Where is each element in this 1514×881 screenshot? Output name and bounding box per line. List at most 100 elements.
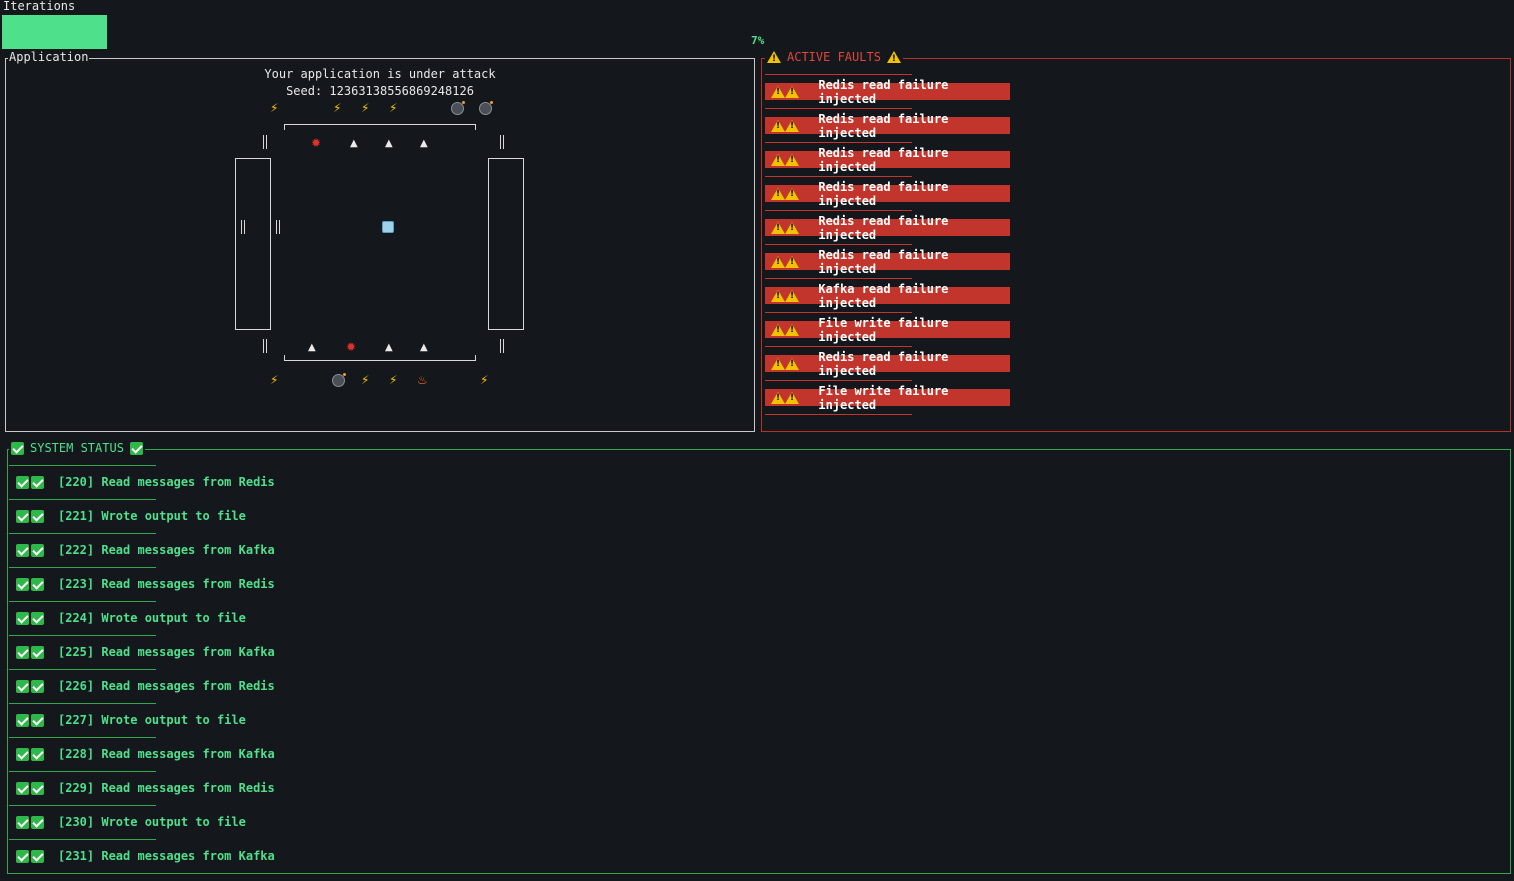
status-item: [226] Read messages from Redis: [16, 678, 275, 694]
application-panel-title: Application: [8, 50, 90, 64]
fault-separator: [765, 312, 912, 313]
fault-item-label: Redis read failure injected: [818, 111, 949, 140]
check-icon: [129, 441, 143, 455]
check-icon: [31, 849, 44, 863]
status-separator: [9, 465, 156, 466]
status-item-label: [231] Read messages from Kafka: [58, 849, 275, 863]
arena-wall-right: [488, 158, 524, 330]
status-item-label: [224] Wrote output to file: [58, 611, 246, 625]
check-icon: [16, 645, 29, 659]
warning-icon: [785, 357, 799, 370]
status-item-label: [222] Read messages from Kafka: [58, 543, 275, 557]
burst-icon: ✹: [346, 340, 357, 354]
triangle-icon: ▲: [420, 138, 428, 149]
status-item-icons: [16, 679, 56, 693]
fault-item-label: Redis read failure injected: [818, 77, 949, 106]
lightning-icon: ⚡: [333, 101, 342, 115]
warning-icon: [771, 119, 785, 132]
fault-separator: [765, 346, 912, 347]
check-icon: [31, 611, 44, 625]
system-status-title: SYSTEM STATUS: [9, 441, 145, 455]
status-item: [221] Wrote output to file: [16, 508, 246, 524]
check-icon: [31, 781, 44, 795]
status-item: [229] Read messages from Redis: [16, 780, 275, 796]
warning-icon: [771, 255, 785, 268]
fault-item: Kafka read failure injected: [765, 282, 1010, 310]
warning-icon: [771, 85, 785, 98]
warning-icon: [785, 221, 799, 234]
arena-post: [263, 339, 267, 353]
fault-item: Redis read failure injected: [765, 146, 1010, 174]
iterations-progress-bar: [2, 15, 107, 49]
fault-item-icons: [765, 255, 806, 268]
fault-item-label: Redis read failure injected: [818, 179, 949, 208]
status-item-icons: [16, 815, 56, 829]
status-item-icons: [16, 747, 56, 761]
lightning-icon: ⚡: [270, 101, 279, 115]
fault-item-label: File write failure injected: [818, 383, 949, 412]
check-icon: [31, 713, 44, 727]
check-icon: [16, 849, 29, 863]
triangle-icon: ▲: [385, 138, 393, 149]
status-item: [222] Read messages from Kafka: [16, 542, 275, 558]
fault-separator: [765, 380, 912, 381]
active-faults-title-text: ACTIVE FAULTS: [787, 50, 881, 64]
warning-icon: [771, 153, 785, 166]
fault-item-icons: [765, 153, 806, 166]
arena-post: [500, 135, 504, 149]
status-separator: [9, 533, 156, 534]
lightning-icon: ⚡: [361, 373, 370, 387]
fault-item-icons: [765, 221, 806, 234]
fault-item: Redis read failure injected: [765, 112, 1010, 140]
fault-separator: [765, 278, 912, 279]
status-item-label: [223] Read messages from Redis: [58, 577, 275, 591]
lightning-icon: ⚡: [389, 101, 398, 115]
status-item: [228] Read messages from Kafka: [16, 746, 275, 762]
check-icon: [16, 611, 29, 625]
fault-item-icons: [765, 85, 806, 98]
arena-wall-bottom: [284, 355, 476, 361]
fault-item-icons: [765, 187, 806, 200]
warning-icon: [785, 255, 799, 268]
status-item-label: [227] Wrote output to file: [58, 713, 246, 727]
fault-separator: [765, 74, 912, 75]
check-icon: [31, 543, 44, 557]
status-item-label: [229] Read messages from Redis: [58, 781, 275, 795]
fault-separator: [765, 176, 912, 177]
status-separator: [9, 567, 156, 568]
status-item-label: [225] Read messages from Kafka: [58, 645, 275, 659]
status-item-icons: [16, 645, 56, 659]
check-icon: [16, 509, 29, 523]
bomb-icon: [332, 373, 346, 387]
arena-post: [241, 220, 245, 234]
check-icon: [31, 679, 44, 693]
fault-item-icons: [765, 119, 806, 132]
status-separator: [9, 703, 156, 704]
fault-separator: [765, 414, 912, 415]
fault-item: Redis read failure injected: [765, 214, 1010, 242]
check-icon: [16, 679, 29, 693]
status-separator: [9, 499, 156, 500]
arena-post: [263, 135, 267, 149]
fault-item-label: Redis read failure injected: [818, 145, 949, 174]
status-item: [223] Read messages from Redis: [16, 576, 275, 592]
status-item-label: [230] Wrote output to file: [58, 815, 246, 829]
warning-icon: [785, 391, 799, 404]
warning-icon: [785, 187, 799, 200]
check-icon: [16, 475, 29, 489]
status-separator: [9, 839, 156, 840]
status-item-icons: [16, 849, 56, 863]
active-faults-title: ACTIVE FAULTS: [765, 50, 903, 66]
check-icon: [31, 475, 44, 489]
warning-icon: [785, 153, 799, 166]
attack-message: Your application is under attack: [264, 67, 496, 81]
fault-item-icons: [765, 289, 806, 302]
status-item: [224] Wrote output to file: [16, 610, 246, 626]
status-separator: [9, 601, 156, 602]
fault-item: File write failure injected: [765, 384, 1010, 412]
status-item-icons: [16, 577, 56, 591]
burst-icon: ✹: [311, 136, 322, 150]
fault-item-label: Redis read failure injected: [818, 213, 949, 242]
status-item: [220] Read messages from Redis: [16, 474, 275, 490]
status-item-label: [226] Read messages from Redis: [58, 679, 275, 693]
